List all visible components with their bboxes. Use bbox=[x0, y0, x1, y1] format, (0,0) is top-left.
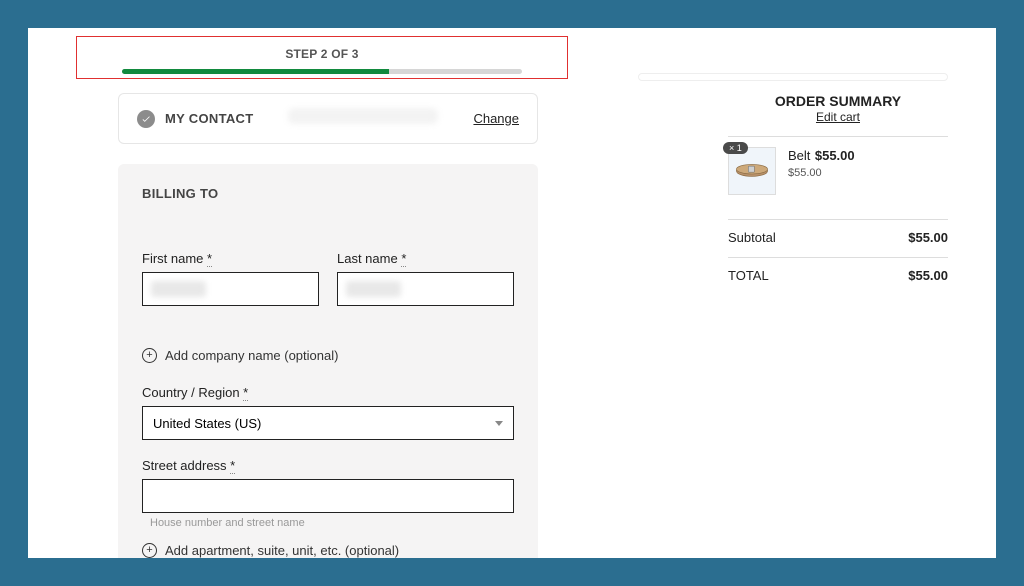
side-pill bbox=[638, 73, 948, 81]
add-apartment-label: Add apartment, suite, unit, etc. (option… bbox=[165, 543, 399, 558]
item-name: Belt bbox=[788, 148, 810, 163]
total-label: TOTAL bbox=[728, 268, 769, 283]
edit-cart-link[interactable]: Edit cart bbox=[728, 110, 948, 124]
first-name-input[interactable] bbox=[142, 272, 319, 306]
first-name-label: First name * bbox=[142, 251, 319, 266]
contact-title: MY CONTACT bbox=[165, 111, 253, 126]
qty-badge: × 1 bbox=[723, 142, 748, 154]
change-contact-link[interactable]: Change bbox=[473, 111, 519, 126]
first-name-field-group: First name * bbox=[142, 251, 319, 306]
last-name-input[interactable] bbox=[337, 272, 514, 306]
item-unit-price: $55.00 bbox=[788, 167, 855, 179]
check-icon bbox=[137, 110, 155, 128]
country-selected: United States (US) bbox=[153, 416, 261, 431]
add-company-label: Add company name (optional) bbox=[165, 348, 338, 363]
total-row: TOTAL $55.00 bbox=[728, 268, 948, 283]
summary-separator bbox=[728, 257, 948, 258]
contact-card: MY CONTACT Change bbox=[118, 93, 538, 144]
subtotal-label: Subtotal bbox=[728, 230, 776, 245]
progress-bar bbox=[122, 69, 522, 74]
summary-separator bbox=[728, 136, 948, 137]
plus-icon: + bbox=[142, 348, 157, 363]
step-indicator-highlight: STEP 2 OF 3 bbox=[76, 36, 568, 79]
plus-icon: + bbox=[142, 543, 157, 558]
checkout-page: STEP 2 OF 3 MY CONTACT Change BILLING TO… bbox=[28, 28, 996, 558]
country-select[interactable]: United States (US) bbox=[142, 406, 514, 440]
belt-icon bbox=[734, 161, 770, 181]
main-column: STEP 2 OF 3 MY CONTACT Change BILLING TO… bbox=[118, 28, 568, 558]
street-input[interactable] bbox=[142, 479, 514, 513]
item-info: Belt $55.00 $55.00 bbox=[788, 147, 855, 179]
progress-fill bbox=[122, 69, 389, 74]
billing-form: BILLING TO First name * Last name * + Ad… bbox=[118, 164, 538, 558]
summary-separator bbox=[728, 219, 948, 220]
subtotal-value: $55.00 bbox=[908, 230, 948, 245]
add-apartment-link[interactable]: + Add apartment, suite, unit, etc. (opti… bbox=[142, 543, 514, 558]
step-label: STEP 2 OF 3 bbox=[77, 47, 567, 61]
street-label: Street address * bbox=[142, 458, 514, 473]
contact-value-masked bbox=[263, 108, 463, 129]
add-company-link[interactable]: + Add company name (optional) bbox=[142, 348, 514, 363]
last-name-field-group: Last name * bbox=[337, 251, 514, 306]
cart-item-row: × 1 Belt $55.00 $55.00 bbox=[728, 147, 948, 195]
street-field-group: Street address * House number and street… bbox=[142, 458, 514, 529]
item-thumbnail: × 1 bbox=[728, 147, 776, 195]
item-price: $55.00 bbox=[815, 148, 855, 163]
total-value: $55.00 bbox=[908, 268, 948, 283]
order-summary-column: ORDER SUMMARY Edit cart × 1 Belt $55.00 … bbox=[568, 28, 948, 558]
chevron-down-icon bbox=[495, 421, 503, 426]
street-hint: House number and street name bbox=[150, 517, 514, 529]
subtotal-row: Subtotal $55.00 bbox=[728, 230, 948, 245]
last-name-label: Last name * bbox=[337, 251, 514, 266]
country-field-group: Country / Region * United States (US) bbox=[142, 385, 514, 440]
country-label: Country / Region * bbox=[142, 385, 514, 400]
billing-title: BILLING TO bbox=[142, 186, 514, 201]
order-summary-title: ORDER SUMMARY bbox=[728, 93, 948, 109]
